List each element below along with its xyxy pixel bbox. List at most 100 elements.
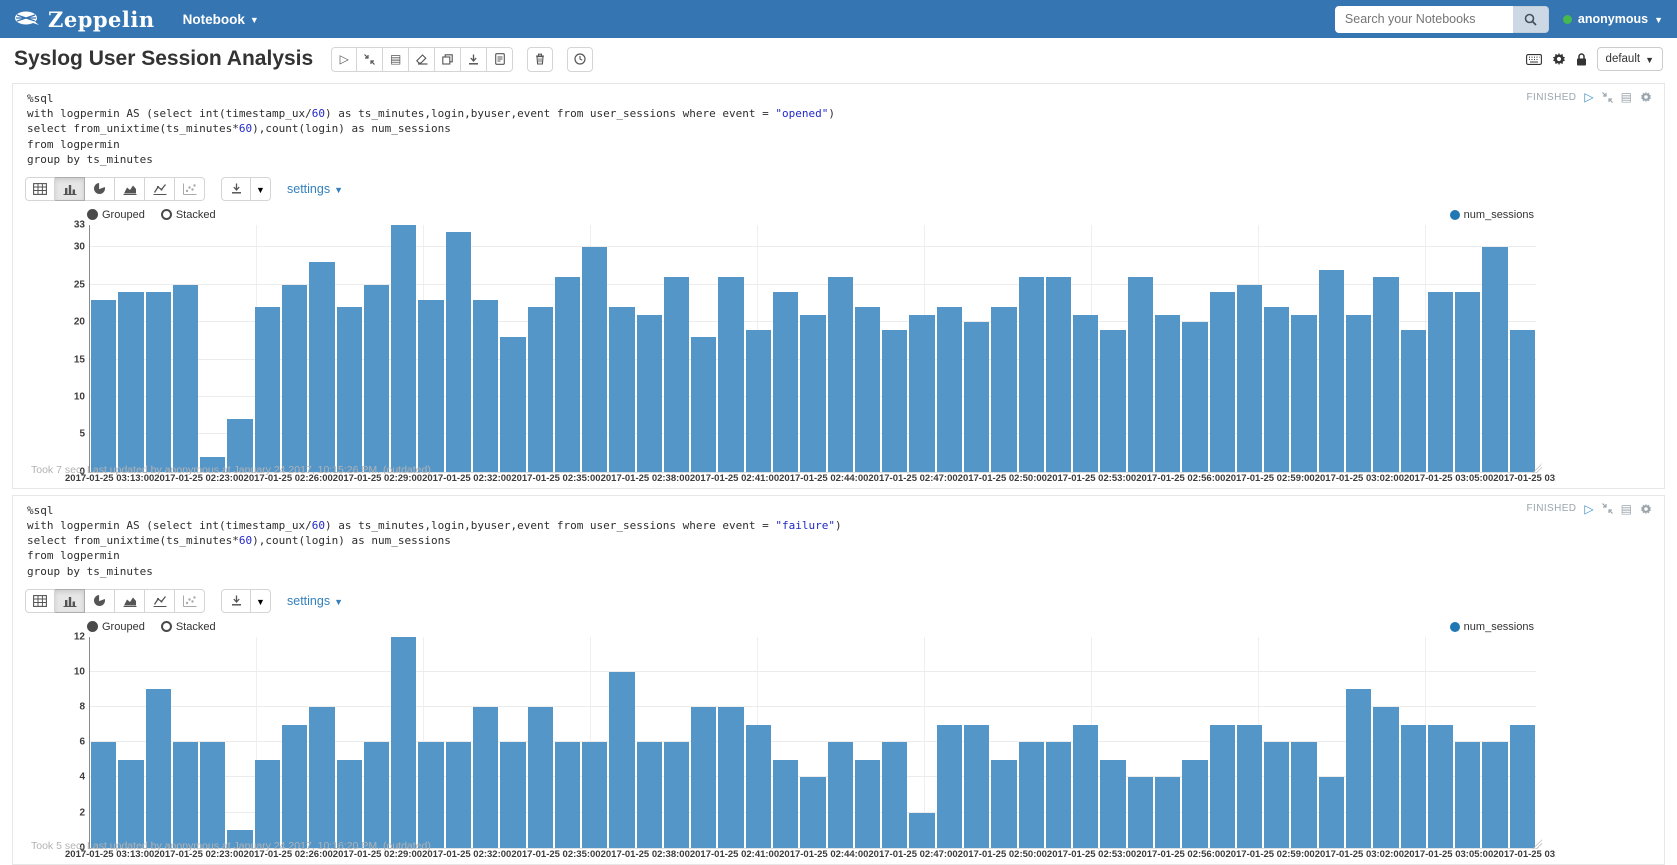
bar[interactable] — [1128, 277, 1153, 472]
bar[interactable] — [118, 760, 143, 848]
bar[interactable] — [337, 760, 362, 848]
bar[interactable] — [555, 742, 580, 848]
bar[interactable] — [1264, 307, 1289, 472]
bar[interactable] — [255, 760, 280, 848]
bar[interactable] — [773, 292, 798, 472]
bar[interactable] — [391, 225, 416, 472]
grouped-radio[interactable]: Grouped — [87, 621, 145, 633]
scatter-chart-button[interactable] — [175, 177, 205, 201]
bar[interactable] — [1210, 292, 1235, 472]
bar-chart-button[interactable] — [55, 589, 85, 613]
version-control-button[interactable] — [487, 47, 513, 72]
chart-resize-handle[interactable] — [1532, 839, 1542, 849]
shortcut-keyboard-button[interactable] — [1526, 54, 1542, 65]
bar[interactable] — [1346, 315, 1371, 472]
download-data-button[interactable] — [221, 589, 251, 613]
download-options-button[interactable]: ▼ — [251, 177, 271, 201]
bar[interactable] — [1291, 315, 1316, 472]
bar[interactable] — [1155, 315, 1180, 472]
bar[interactable] — [828, 277, 853, 472]
bar-chart-button[interactable] — [55, 177, 85, 201]
bar[interactable] — [146, 689, 171, 847]
bar[interactable] — [1455, 292, 1480, 472]
bar[interactable] — [1100, 760, 1125, 848]
stacked-radio[interactable]: Stacked — [161, 621, 216, 633]
bar[interactable] — [909, 813, 934, 848]
zeppelin-logo[interactable]: Zeppelin — [14, 7, 155, 32]
bar[interactable] — [746, 330, 771, 472]
bar[interactable] — [146, 292, 171, 472]
bar[interactable] — [173, 285, 198, 472]
bar[interactable] — [1401, 725, 1426, 848]
bar[interactable] — [200, 742, 225, 848]
bar[interactable] — [1210, 725, 1235, 848]
bar[interactable] — [991, 307, 1016, 472]
bar[interactable] — [609, 307, 634, 472]
bar[interactable] — [800, 315, 825, 472]
bar[interactable] — [637, 315, 662, 472]
expand-paragraph-button[interactable] — [1602, 92, 1613, 103]
bar[interactable] — [609, 672, 634, 848]
sql-editor[interactable]: %sqlwith logpermin AS (select int(timest… — [25, 501, 1652, 583]
clear-output-button[interactable] — [409, 47, 435, 72]
toggle-editor-button[interactable]: ▤ — [1621, 502, 1632, 516]
area-chart-button[interactable] — [115, 589, 145, 613]
clone-note-button[interactable] — [435, 47, 461, 72]
table-view-button[interactable] — [25, 589, 55, 613]
export-note-button[interactable] — [461, 47, 487, 72]
legend-item[interactable]: num_sessions — [1450, 209, 1534, 221]
bar[interactable] — [1237, 285, 1262, 472]
bar[interactable] — [173, 742, 198, 848]
bar[interactable] — [1019, 277, 1044, 472]
chart-settings-toggle[interactable]: settings ▼ — [287, 594, 343, 608]
bar[interactable] — [309, 262, 334, 472]
bar[interactable] — [1428, 292, 1453, 472]
line-chart-button[interactable] — [145, 177, 175, 201]
bar[interactable] — [664, 742, 689, 848]
bar[interactable] — [773, 760, 798, 848]
notebook-menu[interactable]: Notebook ▼ — [183, 12, 259, 27]
table-view-button[interactable] — [25, 177, 55, 201]
grouped-radio[interactable]: Grouped — [87, 209, 145, 221]
bar[interactable] — [528, 307, 553, 472]
bar[interactable] — [1346, 689, 1371, 847]
run-paragraph-button[interactable]: ▷ — [1584, 90, 1593, 104]
bar[interactable] — [282, 725, 307, 848]
bar[interactable] — [664, 277, 689, 472]
search-input[interactable] — [1335, 6, 1513, 33]
bar[interactable] — [582, 742, 607, 848]
bar[interactable] — [1046, 277, 1071, 472]
bar[interactable] — [1319, 777, 1344, 847]
bar[interactable] — [1291, 742, 1316, 848]
area-chart-button[interactable] — [115, 177, 145, 201]
bar[interactable] — [1073, 315, 1098, 472]
user-menu[interactable]: anonymous ▼ — [1563, 12, 1663, 26]
chart-settings-toggle[interactable]: settings ▼ — [287, 182, 343, 196]
bar[interactable] — [691, 337, 716, 472]
bar[interactable] — [1100, 330, 1125, 472]
bar[interactable] — [255, 307, 280, 472]
search-button[interactable] — [1513, 6, 1549, 33]
bar[interactable] — [364, 285, 389, 472]
toggle-editor-button[interactable]: ▤ — [1621, 90, 1632, 104]
scatter-chart-button[interactable] — [175, 589, 205, 613]
bar[interactable] — [1046, 742, 1071, 848]
run-scheduler-button[interactable] — [567, 47, 593, 72]
bar[interactable] — [1373, 707, 1398, 848]
bar[interactable] — [1510, 330, 1535, 472]
bar[interactable] — [555, 277, 580, 472]
run-all-button[interactable]: ▷ — [331, 47, 357, 72]
bar[interactable] — [855, 760, 880, 848]
bar[interactable] — [1128, 777, 1153, 847]
chart-resize-handle[interactable] — [1532, 463, 1542, 473]
bar[interactable] — [991, 760, 1016, 848]
paragraph-settings-button[interactable] — [1640, 503, 1652, 515]
bar[interactable] — [91, 742, 116, 848]
bar[interactable] — [691, 707, 716, 848]
bar[interactable] — [964, 322, 989, 472]
bar[interactable] — [1482, 742, 1507, 848]
bar[interactable] — [473, 707, 498, 848]
bar[interactable] — [91, 300, 116, 472]
sql-editor[interactable]: %sqlwith logpermin AS (select int(timest… — [25, 89, 1652, 171]
show-hide-code-button[interactable] — [357, 47, 383, 72]
